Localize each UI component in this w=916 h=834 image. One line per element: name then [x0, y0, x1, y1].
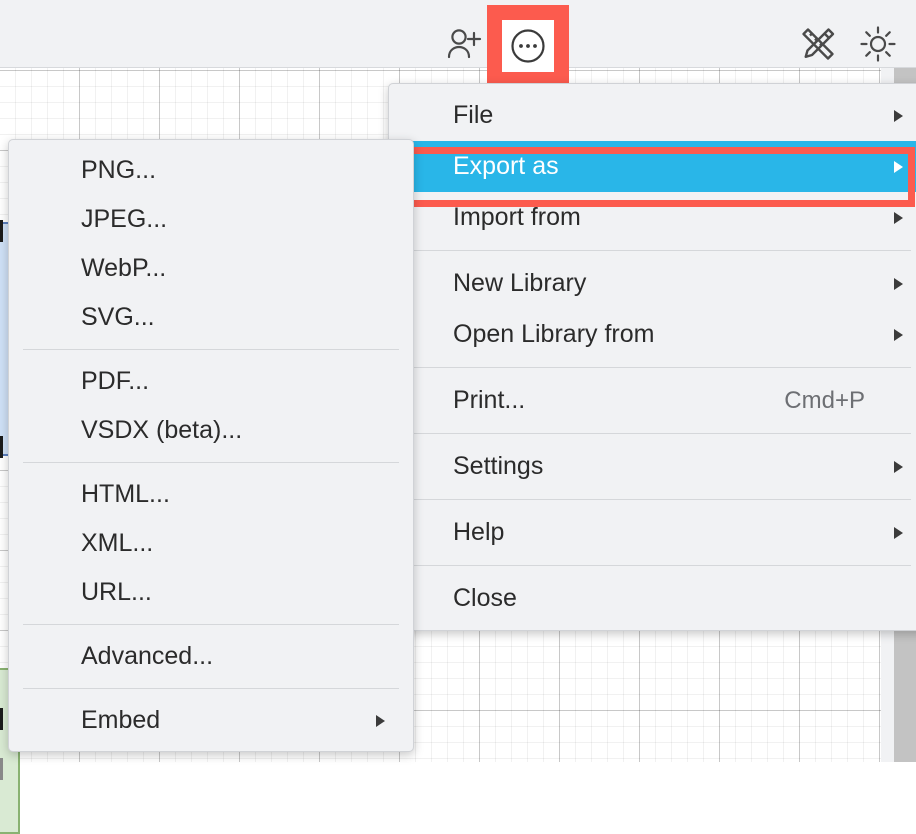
menu-item-label: File	[453, 101, 493, 130]
menu-item-label: VSDX (beta)...	[81, 416, 242, 445]
menu-item-html[interactable]: HTML...	[9, 470, 413, 519]
menu-separator	[405, 250, 911, 251]
chevron-right-icon	[894, 161, 903, 173]
menu-item-jpeg[interactable]: JPEG...	[9, 195, 413, 244]
menu-item-vsdx[interactable]: VSDX (beta)...	[9, 406, 413, 455]
menu-item-embed[interactable]: Embed	[9, 696, 413, 745]
menu-item-label: HTML...	[81, 480, 170, 509]
menu-item-url[interactable]: URL...	[9, 568, 413, 617]
chevron-right-icon	[894, 278, 903, 290]
more-options-button[interactable]	[502, 20, 554, 72]
menu-item-shortcut: Cmd+P	[784, 387, 907, 415]
shape-handle[interactable]	[0, 708, 3, 730]
menu-item-label: Export as	[453, 152, 559, 181]
shape-handle[interactable]	[0, 758, 3, 780]
menu-item-file[interactable]: File	[389, 90, 916, 141]
menu-item-label: JPEG...	[81, 205, 167, 234]
menu-separator	[23, 349, 399, 350]
menu-item-settings[interactable]: Settings	[389, 441, 916, 492]
menu-item-label: XML...	[81, 529, 153, 558]
menu-item-label: Help	[453, 518, 504, 547]
pencil-ruler-icon[interactable]	[796, 24, 840, 64]
chevron-right-icon	[894, 461, 903, 473]
menu-item-label: Import from	[453, 203, 581, 232]
menu-item-close[interactable]: Close	[389, 573, 916, 624]
menu-item-label: PDF...	[81, 367, 149, 396]
sun-icon[interactable]	[856, 24, 900, 64]
menu-item-label: SVG...	[81, 303, 155, 332]
menu-separator	[23, 624, 399, 625]
menu-item-webp[interactable]: WebP...	[9, 244, 413, 293]
menu-item-print[interactable]: Print... Cmd+P	[389, 375, 916, 426]
top-toolbar	[0, 0, 916, 68]
menu-item-pdf[interactable]: PDF...	[9, 357, 413, 406]
menu-item-import-from[interactable]: Import from	[389, 192, 916, 243]
menu-item-export-as[interactable]: Export as	[389, 141, 916, 192]
chevron-right-icon	[894, 329, 903, 341]
shape-handle[interactable]	[0, 436, 3, 458]
chevron-right-icon	[894, 527, 903, 539]
menu-separator	[405, 433, 911, 434]
shape-handle[interactable]	[0, 220, 3, 242]
chevron-right-icon	[376, 715, 385, 727]
main-context-menu: File Export as Import from New Library O…	[388, 83, 916, 631]
menu-item-label: WebP...	[81, 254, 166, 283]
menu-separator	[23, 688, 399, 689]
menu-item-label: Embed	[81, 706, 160, 735]
menu-item-label: New Library	[453, 269, 586, 298]
menu-item-png[interactable]: PNG...	[9, 146, 413, 195]
menu-separator	[405, 499, 911, 500]
menu-item-label: Close	[453, 584, 517, 613]
menu-item-label: Advanced...	[81, 642, 213, 671]
menu-item-label: Settings	[453, 452, 543, 481]
person-add-icon[interactable]	[443, 24, 487, 64]
chevron-right-icon	[894, 110, 903, 122]
menu-item-label: Open Library from	[453, 320, 654, 349]
menu-item-help[interactable]: Help	[389, 507, 916, 558]
menu-separator	[405, 565, 911, 566]
menu-item-svg[interactable]: SVG...	[9, 293, 413, 342]
menu-separator	[405, 367, 911, 368]
menu-item-new-library[interactable]: New Library	[389, 258, 916, 309]
menu-item-open-library-from[interactable]: Open Library from	[389, 309, 916, 360]
menu-item-advanced[interactable]: Advanced...	[9, 632, 413, 681]
chevron-right-icon	[894, 212, 903, 224]
menu-item-label: PNG...	[81, 156, 156, 185]
export-as-submenu: PNG... JPEG... WebP... SVG... PDF... VSD…	[8, 139, 414, 752]
menu-separator	[23, 462, 399, 463]
menu-item-label: Print...	[453, 386, 525, 415]
menu-item-label: URL...	[81, 578, 152, 607]
menu-item-xml[interactable]: XML...	[9, 519, 413, 568]
